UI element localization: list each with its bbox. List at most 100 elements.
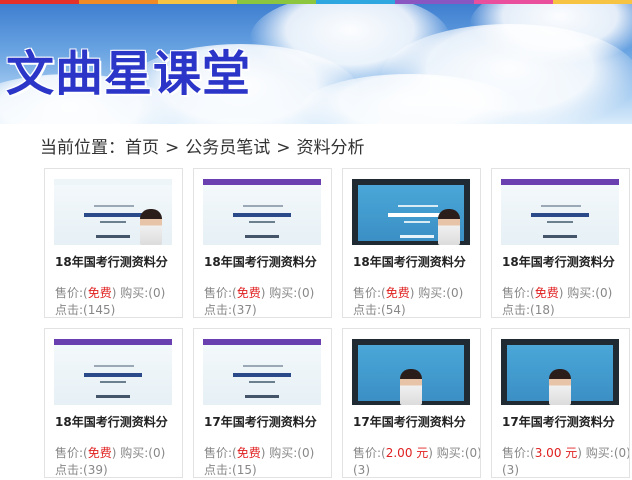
clicks-count: 54 [385,303,402,317]
course-title[interactable]: 17年国考行测资料分 [204,413,329,431]
site-banner: 文曲星课堂 [0,4,632,124]
slide-image [501,185,619,245]
buy-close: ) [477,446,480,460]
site-logo-title[interactable]: 文曲星课堂 [6,34,251,104]
clicks-close: ) [252,463,257,477]
course-thumbnail[interactable] [352,179,470,245]
course-card[interactable]: 18年国考行测资料分 售价:(免费) 购买:(0) 点击:(37) [193,168,332,318]
course-title[interactable]: 18年国考行测资料分 [204,253,329,271]
clicks-label: 点击:( [502,303,535,317]
clicks-close: ) [550,303,555,317]
buy-label: 购买:( [269,286,302,300]
price-label: 售价:( [55,286,88,300]
course-thumbnail[interactable] [501,339,619,405]
buy-count: 0 [600,286,608,300]
slide-image [54,345,172,405]
buy-close: ) [309,446,315,460]
clicks-count: 37 [236,303,253,317]
price-label: 售价:( [502,286,535,300]
price-value: 免费 [236,446,261,460]
teacher-figure [140,209,162,245]
clicks-count: 18 [534,303,551,317]
clicks-count: 39 [87,463,104,477]
clicks-count: (3) [353,463,370,477]
course-card[interactable]: 18年国考行测资料分 售价:(免费) 购买:(0) 点击:(18) [491,168,630,318]
course-card[interactable]: 18年国考行测资料分售价:(免费) 购买:(0) 点击:(39) [44,328,183,478]
breadcrumb-home-link[interactable]: 首页 [125,138,159,158]
buy-count: 0 [153,446,161,460]
price-label: 售价:( [204,286,237,300]
buy-close: ) [160,286,166,300]
slide-image [203,345,321,405]
course-card[interactable]: 18年国考行测资料分 售价:(免费) 购买:(0) 点击:(145) [44,168,183,318]
teacher-figure [549,369,571,405]
buy-close: ) [626,446,629,460]
course-title[interactable]: 18年国考行测资料分 [55,253,180,271]
price-value: 免费 [87,286,112,300]
course-thumbnail[interactable] [203,179,321,245]
clicks-label: 点击:( [55,303,88,317]
teacher-figure [400,369,422,405]
course-thumbnail[interactable] [501,179,619,245]
course-card[interactable]: 17年国考行测资料分售价:(2.00 元) 购买:(0)(3) [342,328,481,478]
course-meta: 售价:(3.00 元) 购买:(0)(3) [502,445,629,477]
price-close: ) [428,446,433,460]
breadcrumb-separator: > [276,138,291,158]
price-close: ) [260,286,266,300]
clicks-close: ) [252,303,257,317]
breadcrumb-category-link[interactable]: 公务员笔试 [185,138,270,158]
price-label: 售价:( [353,446,386,460]
buy-count: 0 [153,286,161,300]
course-card[interactable]: 17年国考行测资料分 售价:(免费) 购买:(0) 点击:(15) [193,328,332,478]
clicks-count: (3) [502,463,519,477]
clicks-close: ) [103,463,108,477]
course-thumbnail[interactable] [203,339,321,405]
price-close: ) [409,286,415,300]
price-close: ) [558,286,564,300]
course-title[interactable]: 18年国考行测资料分 [353,253,478,271]
course-title[interactable]: 17年国考行测资料分 [502,413,627,431]
breadcrumb: 当前位置：首页 > 公务员笔试 > 资料分析 [40,133,365,158]
price-value: 免费 [87,446,112,460]
buy-count: 0 [302,446,310,460]
course-thumbnail[interactable] [352,339,470,405]
price-close: ) [577,446,582,460]
course-title[interactable]: 18年国考行测资料分 [502,253,627,271]
buy-label: 购买:( [269,446,302,460]
course-thumbnail[interactable] [54,179,172,245]
buy-count: 0 [451,286,459,300]
price-value: 免费 [385,286,410,300]
buy-label: 购买:( [436,446,470,460]
course-title[interactable]: 18年国考行测资料分 [55,413,180,431]
slide-image [203,185,321,245]
buy-count: 0 [302,286,310,300]
course-card[interactable]: 17年国考行测资料分售价:(3.00 元) 购买:(0)(3) [491,328,630,478]
course-meta: 售价:(免费) 购买:(0) 点击:(18) [502,285,613,317]
teacher-figure [438,209,460,245]
course-meta: 售价:(2.00 元) 购买:(0)(3) [353,445,480,477]
price-value: 免费 [534,286,559,300]
price-value: 2.00 元 [385,446,429,460]
course-thumbnail[interactable] [54,339,172,405]
buy-close: ) [309,286,315,300]
price-close: ) [111,286,117,300]
clicks-count: 145 [87,303,111,317]
breadcrumb-prefix: 当前位置： [40,138,125,158]
clicks-label: 点击:( [204,303,237,317]
course-card[interactable]: 18年国考行测资料分售价:(免费) 购买:(0) 点击:(54) [342,168,481,318]
course-title[interactable]: 17年国考行测资料分 [353,413,478,431]
clicks-label: 点击:( [204,463,237,477]
buy-close: ) [458,286,464,300]
buy-label: 购买:( [418,286,451,300]
course-meta: 售价:(免费) 购买:(0) 点击:(54) [353,285,464,317]
breadcrumb-current: 资料分析 [296,138,365,158]
course-meta: 售价:(免费) 购买:(0) 点击:(15) [204,445,315,477]
price-label: 售价:( [353,286,386,300]
buy-close: ) [607,286,613,300]
clicks-close: ) [401,303,406,317]
course-meta: 售价:(免费) 购买:(0) 点击:(145) [55,285,166,317]
price-label: 售价:( [55,446,88,460]
course-meta: 售价:(免费) 购买:(0) 点击:(37) [204,285,315,317]
price-label: 售价:( [204,446,237,460]
course-meta: 售价:(免费) 购买:(0) 点击:(39) [55,445,165,477]
